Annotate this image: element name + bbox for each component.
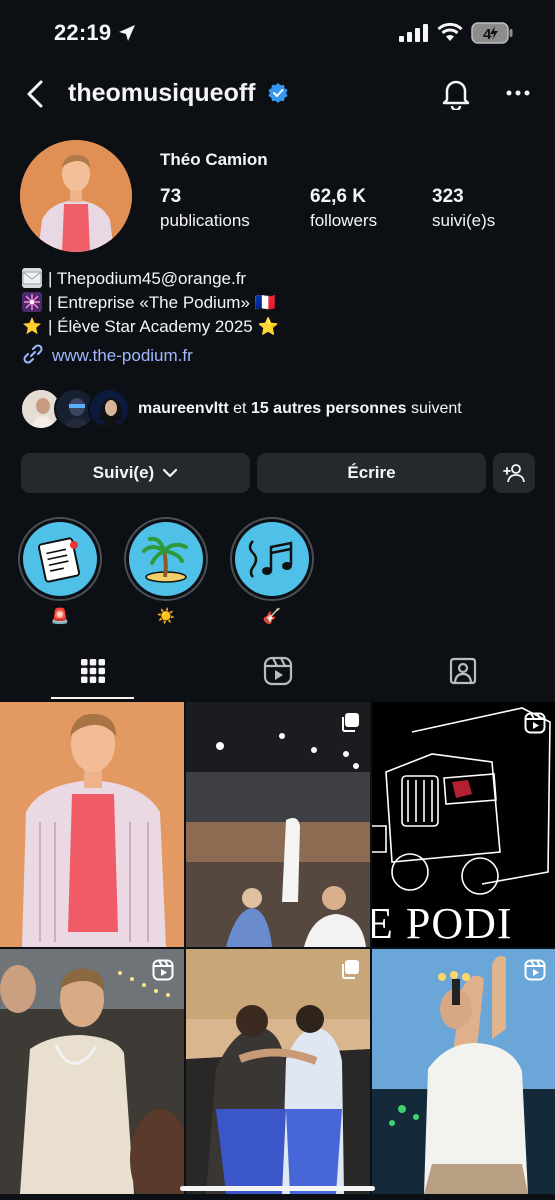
tab-tagged[interactable] xyxy=(370,640,555,702)
grid-icon xyxy=(80,659,105,683)
post-thumbnail-5[interactable] xyxy=(186,949,370,1194)
status-time: 22:19 xyxy=(54,20,112,45)
message-button[interactable]: Écrire xyxy=(257,453,486,493)
highlight-cover xyxy=(23,522,97,596)
post-thumbnail-1[interactable] xyxy=(0,702,184,947)
status-bar: 22:19 4 xyxy=(0,0,555,66)
post-image xyxy=(372,949,555,1194)
mutual-followers-text: maureenvltt et 15 autres personnes suive… xyxy=(138,400,462,418)
stat-label: followers xyxy=(310,211,378,230)
reel-icon xyxy=(524,959,546,981)
bio-line-company: | Entreprise «The Podium» 🇫🇷 xyxy=(22,292,276,313)
stat-following[interactable]: 323 suivi(e)s xyxy=(432,186,495,231)
suggested-users-button[interactable] xyxy=(493,453,535,493)
more-options-icon[interactable] xyxy=(506,90,530,96)
palm-island-icon xyxy=(142,536,188,583)
reels-icon xyxy=(263,656,292,686)
mutual-follower-name[interactable]: maureenvltt xyxy=(138,400,229,417)
bio-text: | Thepodium45@orange.fr xyxy=(48,269,247,288)
highlight-ring xyxy=(18,517,102,601)
setlist-icon xyxy=(37,537,81,583)
active-tab-indicator xyxy=(51,697,134,699)
post-thumbnail-4[interactable] xyxy=(0,949,184,1194)
highlight-cover xyxy=(235,522,309,596)
mutual-followers-row[interactable]: maureenvltt et 15 autres personnes suive… xyxy=(20,388,540,432)
story-highlight-3[interactable]: 🎸 xyxy=(230,517,314,625)
carousel-icon xyxy=(342,713,359,732)
avatar-photo xyxy=(20,140,132,252)
add-person-icon xyxy=(503,464,525,483)
website-url: www.the-podium.fr xyxy=(52,346,193,365)
mutual-followers-others[interactable]: 15 autres personnes xyxy=(251,400,407,417)
svg-text:4: 4 xyxy=(483,26,492,43)
profile-tabs xyxy=(0,640,555,702)
profile-header: theomusiqueoff xyxy=(0,66,555,122)
highlight-ring xyxy=(124,517,208,601)
stat-publications[interactable]: 73 publications xyxy=(160,186,250,231)
bio-text: | Entreprise «The Podium» 🇫🇷 xyxy=(48,293,276,312)
highlight-label: 🎸 xyxy=(262,608,282,625)
post-image xyxy=(186,702,370,947)
post-caption-overlay: E PODI xyxy=(372,899,513,947)
post-thumbnail-2[interactable] xyxy=(186,702,370,947)
music-notes-icon xyxy=(248,540,293,578)
stat-label: publications xyxy=(160,211,250,230)
cellular-signal-icon xyxy=(399,24,428,42)
battery-icon: 4 xyxy=(471,22,513,44)
highlight-label: ☀️ xyxy=(156,608,176,625)
post-image xyxy=(186,949,370,1194)
location-arrow-icon xyxy=(119,25,135,41)
post-thumbnail-3[interactable]: E PODI xyxy=(372,702,555,947)
following-button-label: Suivi(e) xyxy=(92,463,155,482)
profile-avatar[interactable] xyxy=(20,140,132,252)
post-image xyxy=(0,702,184,947)
notification-bell-icon[interactable] xyxy=(441,78,471,110)
stat-followers[interactable]: 62,6 K followers xyxy=(310,186,377,231)
chevron-down-icon xyxy=(163,468,178,478)
mutual-follower-avatar xyxy=(88,388,130,430)
mutual-followers-connector: et xyxy=(228,400,251,417)
tab-grid[interactable] xyxy=(0,640,185,702)
envelope-emoji-icon xyxy=(22,268,42,288)
stat-value: 323 xyxy=(432,186,464,207)
highlight-cover xyxy=(129,522,203,596)
stat-label: suivi(e)s xyxy=(432,211,496,230)
back-chevron-icon[interactable] xyxy=(24,80,46,108)
profile-full-name: Théo Camion xyxy=(160,150,268,169)
home-indicator[interactable] xyxy=(180,1186,375,1191)
stat-value: 73 xyxy=(160,186,182,207)
post-image xyxy=(0,949,184,1194)
bio-line-email: | Thepodium45@orange.fr xyxy=(22,268,246,289)
story-highlight-1[interactable]: 🚨 xyxy=(18,517,102,625)
stat-value: 62,6 K xyxy=(310,186,366,207)
profile-username: theomusiqueoff xyxy=(68,79,256,107)
bio-text: | Élève Star Academy 2025 ⭐ xyxy=(48,317,279,336)
wifi-icon xyxy=(437,22,463,41)
verified-badge-icon xyxy=(268,83,288,103)
highlight-ring xyxy=(230,517,314,601)
following-button[interactable]: Suivi(e) xyxy=(21,453,250,493)
tagged-icon xyxy=(449,657,476,685)
link-icon xyxy=(23,344,43,364)
message-button-label: Écrire xyxy=(347,463,396,482)
bio-line-academy: | Élève Star Academy 2025 ⭐ xyxy=(22,316,279,337)
post-thumbnail-6[interactable] xyxy=(372,949,555,1194)
mutual-followers-suffix: suivent xyxy=(406,400,462,417)
profile-website-link[interactable]: www.the-podium.fr xyxy=(22,343,193,366)
reel-icon xyxy=(152,959,174,981)
reel-icon xyxy=(524,712,546,734)
firework-emoji-icon xyxy=(22,292,42,312)
carousel-icon xyxy=(342,960,359,979)
star-emoji-icon xyxy=(22,316,42,336)
tab-reels[interactable] xyxy=(185,640,370,702)
highlight-label: 🚨 xyxy=(50,608,70,625)
story-highlight-2[interactable]: ☀️ xyxy=(124,517,208,625)
